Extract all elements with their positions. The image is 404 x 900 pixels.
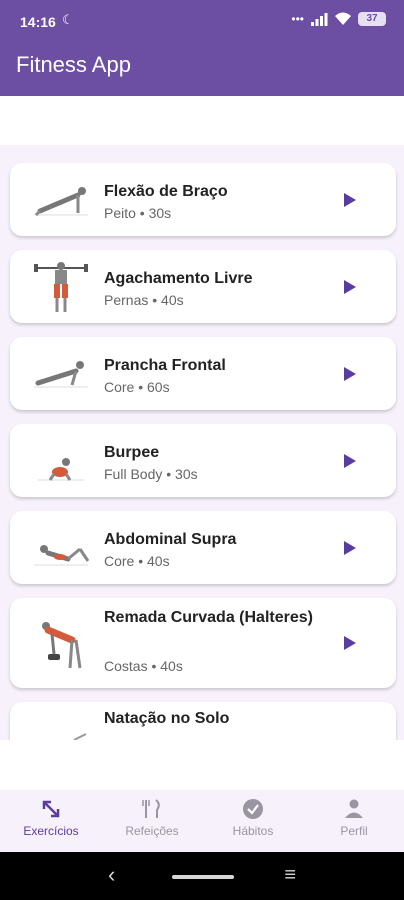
burpee-illustration-icon: [38, 458, 84, 481]
dots-icon: •••: [291, 12, 304, 26]
exercise-name: Burpee: [104, 444, 160, 461]
exercise-name: Remada Curvada (Halteres): [104, 609, 313, 626]
exercise-name: Abdominal Supra: [104, 531, 237, 548]
plank-illustration-icon: [34, 361, 88, 388]
nav-item-perfil[interactable]: Perfil: [304, 798, 404, 838]
signal-icon: [311, 13, 328, 26]
row-illustration-icon: [42, 622, 82, 669]
exercise-card-flexao[interactable]: Flexão de Braço Peito • 30s: [10, 163, 396, 236]
exercise-name: Prancha Frontal: [104, 357, 226, 374]
system-navigation-bar: ‹ ≡: [0, 852, 404, 900]
exercise-list: Flexão de Braço Peito • 30s Agachamento …: [0, 145, 404, 740]
exercise-card-prancha[interactable]: Prancha Frontal Core • 60s: [10, 337, 396, 410]
pushup-illustration-icon: [34, 187, 88, 217]
back-icon[interactable]: ‹: [108, 862, 115, 888]
status-time: 14:16: [20, 14, 56, 30]
play-icon[interactable]: [344, 193, 356, 207]
app-bar: Fitness App: [0, 44, 404, 96]
status-icons: ••• 37: [291, 12, 386, 26]
person-icon: [345, 799, 363, 818]
swim-illustration-icon: [73, 733, 87, 740]
app-title: Fitness App: [16, 52, 131, 77]
exercise-card-abdominal[interactable]: Abdominal Supra Core • 40s: [10, 511, 396, 584]
squat-illustration-icon: [34, 262, 88, 312]
play-icon[interactable]: [344, 280, 356, 294]
exercise-name: Flexão de Braço: [104, 183, 228, 200]
exercise-name: Agachamento Livre: [104, 270, 253, 287]
nav-label: Exercícios: [23, 824, 79, 838]
battery-icon: 37: [358, 12, 386, 26]
nav-label: Perfil: [340, 824, 368, 838]
play-icon[interactable]: [344, 636, 356, 650]
nav-item-exercicios[interactable]: Exercícios: [1, 798, 101, 838]
nav-item-refeicoes[interactable]: Refeições: [102, 798, 202, 838]
exercise-meta: Costas • 40s: [104, 658, 183, 674]
moon-icon: ☾: [62, 12, 74, 27]
menu-icon[interactable]: ≡: [284, 864, 296, 887]
crunch-illustration-icon: [34, 545, 90, 566]
exercise-card-burpee[interactable]: Burpee Full Body • 30s: [10, 424, 396, 497]
exercise-name: Natação no Solo: [104, 710, 230, 727]
exercise-meta: Core • 60s: [104, 379, 170, 395]
nav-label: Hábitos: [232, 824, 274, 838]
check-circle-icon: [243, 799, 263, 819]
bottom-navigation: Exercícios Refeições Hábitos Perfil: [0, 790, 404, 852]
exercise-card-agachamento[interactable]: Agachamento Livre Pernas • 40s: [10, 250, 396, 323]
cutlery-icon: [142, 799, 160, 818]
wifi-icon: [335, 12, 351, 25]
status-bar: 14:16 ☾ ••• 37: [0, 0, 404, 44]
play-icon[interactable]: [344, 367, 356, 381]
exercise-card-natacao[interactable]: Natação no Solo: [10, 702, 396, 740]
exercise-meta: Peito • 30s: [104, 205, 172, 221]
exercise-meta: Full Body • 30s: [104, 466, 198, 482]
exercise-meta: Core • 40s: [104, 553, 170, 569]
exercise-meta: Pernas • 40s: [104, 292, 184, 308]
play-icon[interactable]: [344, 541, 356, 555]
arrows-expand-icon: [42, 800, 60, 818]
nav-label: Refeições: [125, 824, 179, 838]
exercise-card-remada[interactable]: Remada Curvada (Halteres) Costas • 40s: [10, 598, 396, 688]
nav-item-habitos[interactable]: Hábitos: [203, 798, 303, 838]
play-icon[interactable]: [344, 454, 356, 468]
home-pill-icon[interactable]: [172, 875, 234, 879]
